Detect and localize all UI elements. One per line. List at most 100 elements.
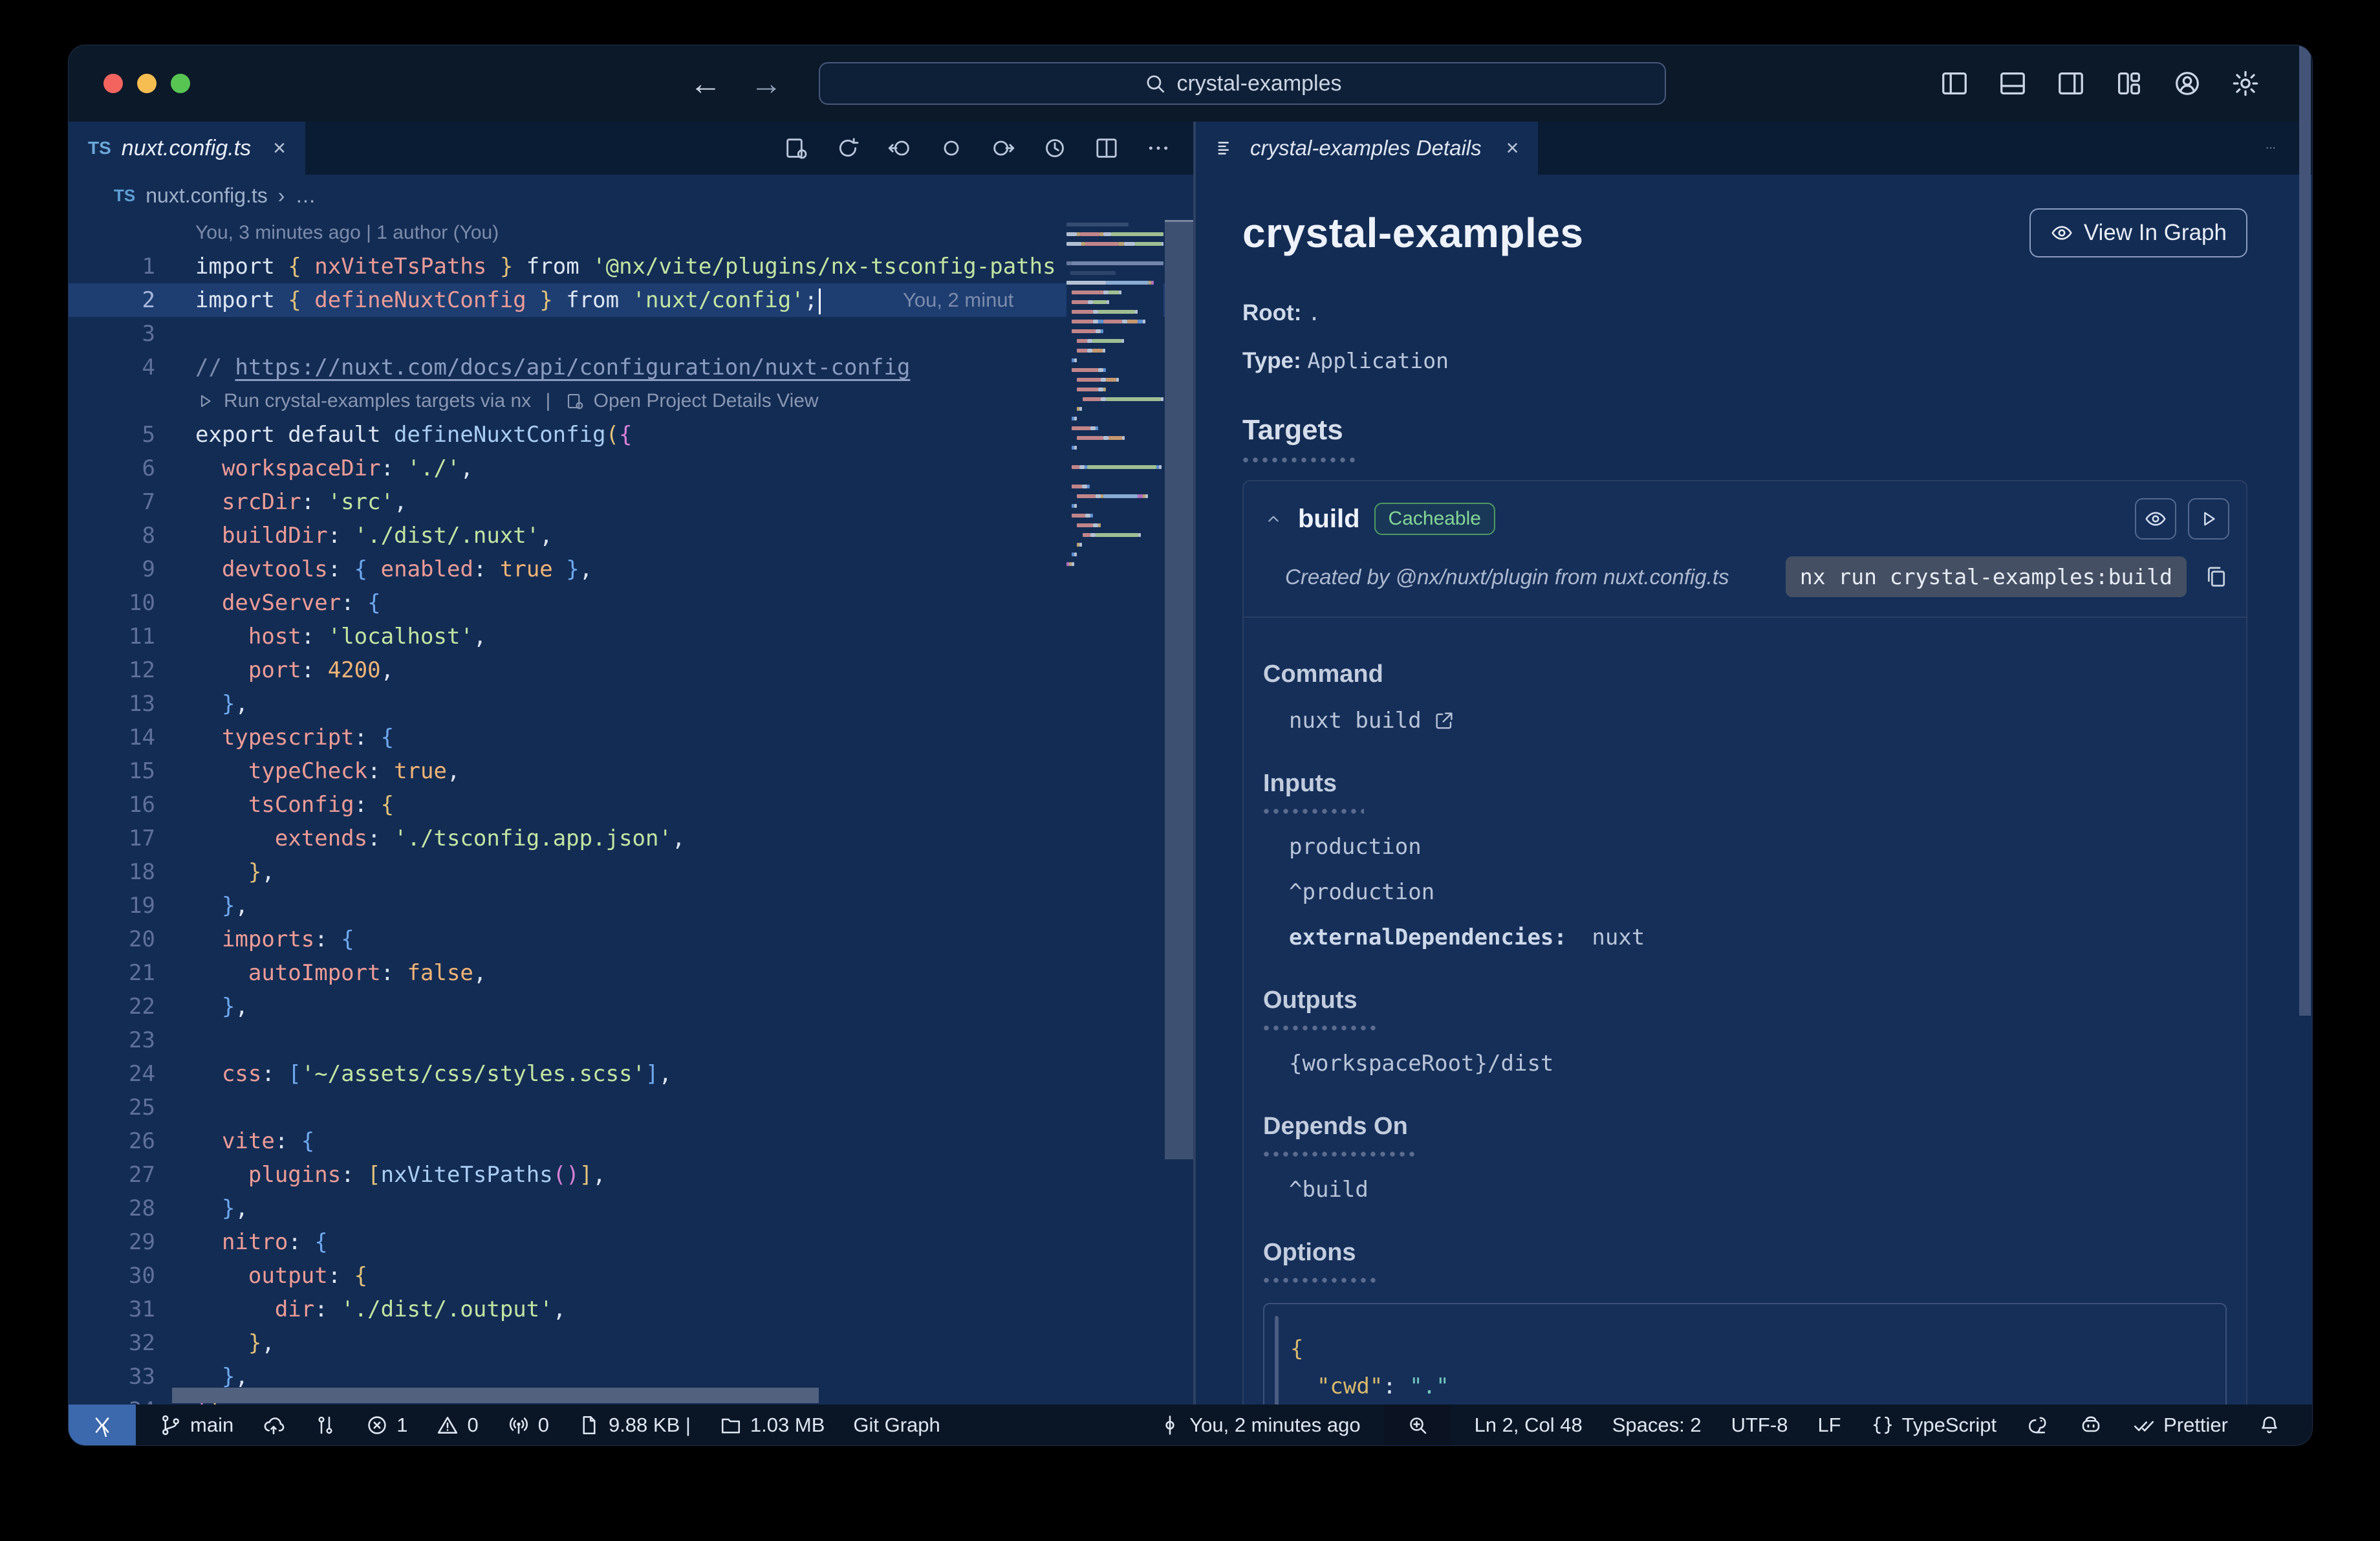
code-line[interactable]: 24 css: ['~/assets/css/styles.scss'],	[69, 1057, 1193, 1091]
status-left-item-0[interactable]: 0	[436, 1414, 479, 1437]
layout-panel-icon[interactable]	[1998, 69, 2028, 98]
code-line[interactable]: 5 export default defineNuxtConfig({	[69, 418, 1193, 452]
breadcrumb-file[interactable]: nuxt.config.ts	[146, 184, 268, 208]
status-left-item-main[interactable]: main	[159, 1414, 233, 1437]
status-right-item-Ln 2, Col 48[interactable]: Ln 2, Col 48	[1475, 1414, 1583, 1437]
code-line[interactable]: 10 devServer: {	[69, 586, 1193, 620]
code-line[interactable]: 16 tsConfig: {	[69, 788, 1193, 822]
layout-grid-icon[interactable]	[2114, 69, 2144, 98]
status-left-item-Git Graph[interactable]: Git Graph	[853, 1414, 940, 1437]
nav-forward-icon[interactable]	[990, 135, 1016, 161]
layout-sidebar-right-icon[interactable]	[2056, 69, 2086, 98]
code-line[interactable]: 32 },	[69, 1326, 1193, 1360]
code-line[interactable]: 15 typeCheck: true,	[69, 754, 1193, 788]
status-right-item-Prettier[interactable]: Prettier	[2132, 1414, 2228, 1437]
code-line[interactable]: 18 },	[69, 855, 1193, 889]
code-line[interactable]: 25	[69, 1091, 1193, 1124]
view-in-graph-button[interactable]: View In Graph	[2029, 208, 2247, 257]
tab-project-details[interactable]: crystal-examples Details ×	[1196, 122, 1539, 175]
code-line[interactable]: 26 vite: {	[69, 1124, 1193, 1158]
status-right-item-bell-icon[interactable]	[2258, 1414, 2281, 1437]
code-line[interactable]: 17 extends: './tsconfig.app.json',	[69, 822, 1193, 855]
status-left-item-9.88 KB |[interactable]: 9.88 KB |	[578, 1414, 691, 1437]
command-center-search[interactable]: crystal-examples	[819, 62, 1666, 105]
code-line[interactable]: 21 autoImport: false,	[69, 956, 1193, 990]
code-line[interactable]: 13 },	[69, 687, 1193, 721]
code-line[interactable]: 3	[69, 317, 1193, 351]
history-icon[interactable]	[1042, 135, 1068, 161]
code-line[interactable]: 1 import { nxViteTsPaths } from '@nx/vite…	[69, 250, 1193, 283]
breadcrumb-more[interactable]: …	[295, 184, 316, 208]
remote-indicator[interactable]	[69, 1404, 136, 1445]
nx-run-command-chip[interactable]: nx run crystal-examples:build	[1785, 556, 2187, 597]
split-editor-icon[interactable]	[1094, 135, 1120, 161]
status-right-item-copilot-icon[interactable]	[2079, 1414, 2103, 1437]
code-line[interactable]: 7 srcDir: 'src',	[69, 485, 1193, 519]
editor-horizontal-scrollbar[interactable]	[172, 1388, 819, 1403]
chevron-up-icon[interactable]	[1263, 508, 1284, 529]
close-tab-icon[interactable]: ×	[1506, 136, 1519, 161]
status-blame-item[interactable]: You, 2 minutes ago	[1158, 1414, 1361, 1437]
code-line[interactable]: 29 nitro: {	[69, 1225, 1193, 1259]
code-editor[interactable]: You, 3 minutes ago | 1 author (You) 1 impo…	[69, 216, 1193, 1404]
close-window-button[interactable]	[103, 74, 123, 93]
editor-vertical-scrollbar[interactable]	[1165, 220, 1193, 1159]
status-left-item-cloud-upload-icon[interactable]	[262, 1414, 285, 1437]
more-actions-icon[interactable]: ···	[2266, 122, 2276, 175]
open-details-icon[interactable]	[783, 135, 809, 161]
code-line[interactable]: 23	[69, 1023, 1193, 1057]
close-tab-icon[interactable]: ×	[273, 136, 286, 161]
code-line[interactable]: 9 devtools: { enabled: true },	[69, 552, 1193, 586]
code-line[interactable]: 31 dir: './dist/.output',	[69, 1293, 1193, 1326]
run-icon[interactable]	[195, 391, 215, 411]
settings-gear-icon[interactable]	[2231, 69, 2260, 98]
code-line[interactable]: 2 import { defineNuxtConfig } from 'nuxt/…	[69, 283, 1193, 317]
status-right-item-TypeScript[interactable]: TypeScript	[1871, 1414, 1996, 1437]
status-right-item-UTF-8[interactable]: UTF-8	[1731, 1414, 1788, 1437]
code-line[interactable]: 14 typescript: {	[69, 721, 1193, 754]
code-line[interactable]: 11 host: 'localhost',	[69, 620, 1193, 653]
minimize-window-button[interactable]	[137, 74, 157, 93]
code-line[interactable]: 27 plugins: [nxViteTsPaths()],	[69, 1158, 1193, 1192]
code-line[interactable]: 22 },	[69, 990, 1193, 1023]
copy-icon[interactable]	[2203, 564, 2229, 590]
target-name[interactable]: build	[1298, 505, 1360, 534]
status-right-item-LF[interactable]: LF	[1817, 1414, 1841, 1437]
zoom-status-segment[interactable]	[1383, 1404, 1451, 1445]
code-line[interactable]: 12 port: 4200,	[69, 653, 1193, 687]
code-line[interactable]: 28 },	[69, 1192, 1193, 1225]
run-target-button[interactable]	[2188, 498, 2229, 540]
code-line[interactable]: 8 buildDir: './dist/.nuxt',	[69, 519, 1193, 552]
code-line[interactable]: 6 workspaceDir: './',	[69, 452, 1193, 485]
more-icon[interactable]	[1145, 135, 1171, 161]
braces-icon	[1871, 1414, 1894, 1437]
status-left-item-1.03 MB[interactable]: 1.03 MB	[719, 1414, 825, 1437]
history-forward-button[interactable]: →	[750, 65, 783, 102]
maximize-window-button[interactable]	[171, 74, 190, 93]
layout-sidebar-left-icon[interactable]	[1940, 69, 1969, 98]
code-line[interactable]: 19 },	[69, 889, 1193, 923]
codelens-open-link[interactable]: Open Project Details View	[594, 384, 819, 418]
breadcrumb[interactable]: TS nuxt.config.ts › …	[69, 175, 1193, 216]
options-json-editor[interactable]: { "cwd": "."}	[1263, 1303, 2227, 1404]
open-details-icon[interactable]	[565, 391, 585, 411]
code-line[interactable]: 20 imports: {	[69, 923, 1193, 956]
external-link-icon[interactable]	[1433, 710, 1455, 732]
history-back-button[interactable]: ←	[689, 65, 722, 102]
view-target-in-graph-button[interactable]	[2135, 498, 2176, 540]
code-line[interactable]: 30 output: {	[69, 1259, 1193, 1293]
minimap[interactable]	[1066, 219, 1163, 594]
status-left-item-1[interactable]: 1	[365, 1414, 407, 1437]
nav-dot-icon[interactable]	[938, 135, 964, 161]
status-right-item-squirrel-icon[interactable]	[2026, 1414, 2050, 1437]
account-icon[interactable]	[2172, 69, 2202, 98]
status-left-item-0[interactable]: 0	[507, 1414, 549, 1437]
codelens-run-link[interactable]: Run crystal-examples targets via nx	[224, 384, 531, 418]
code-line[interactable]: 4// https://nuxt.com/docs/api/configurat…	[69, 351, 1193, 384]
refresh-icon[interactable]	[835, 135, 861, 161]
status-left-item-pipeline-icon[interactable]	[314, 1414, 337, 1437]
panel-scrollbar[interactable]	[2299, 45, 2311, 1016]
tab-nuxt-config[interactable]: TS nuxt.config.ts ×	[69, 122, 305, 175]
status-right-item-Spaces: 2[interactable]: Spaces: 2	[1612, 1414, 1702, 1437]
nav-back-icon[interactable]	[887, 135, 913, 161]
